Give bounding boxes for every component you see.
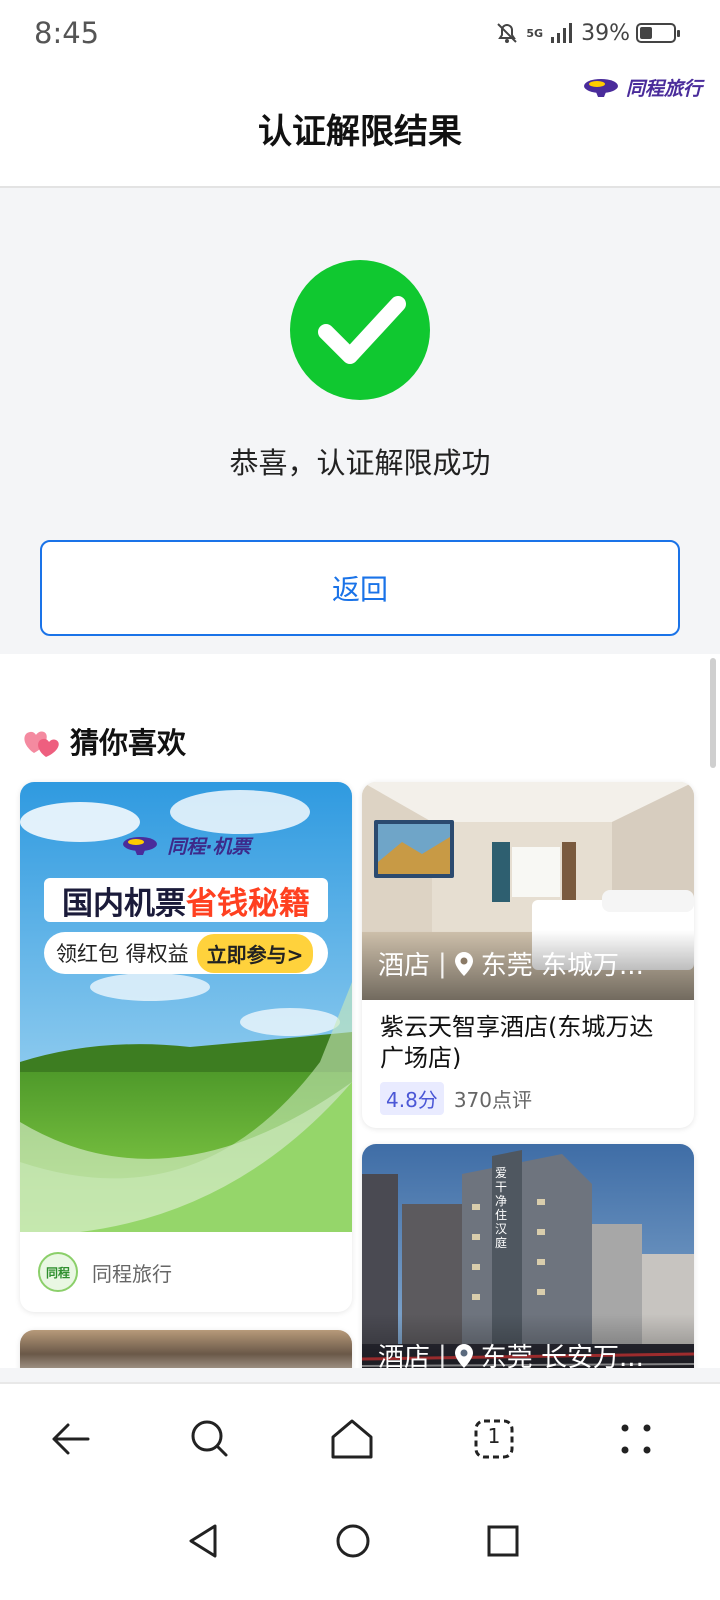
hotel-location: 东莞 长安万... bbox=[480, 1343, 644, 1368]
home-button[interactable] bbox=[322, 1414, 382, 1464]
more-icon bbox=[621, 1424, 651, 1454]
feed-title: 猜你喜欢 bbox=[70, 726, 187, 760]
airship-logo-icon bbox=[123, 836, 158, 855]
location-pin-icon bbox=[454, 951, 473, 976]
home-icon bbox=[331, 1419, 373, 1459]
signal-icon bbox=[551, 23, 573, 43]
tag-divider: | bbox=[438, 1340, 447, 1369]
recommendation-feed[interactable]: 猜你喜欢 同程·机票 国内机票 省钱秘籍 领红包 得权益 立即参与> 同程 同程… bbox=[0, 654, 720, 1368]
header: 同程旅行 认证解限结果 bbox=[0, 64, 720, 188]
checkmark-icon bbox=[318, 296, 406, 364]
system-back-button[interactable] bbox=[178, 1516, 228, 1566]
ad-image: 同程·机票 国内机票 省钱秘籍 领红包 得权益 立即参与> bbox=[20, 782, 352, 1232]
hotel-sign: 爱干净 住汉庭 bbox=[495, 1166, 508, 1250]
system-recents-button[interactable] bbox=[478, 1516, 528, 1566]
brand-logo: 同程旅行 bbox=[582, 74, 702, 101]
tab-count: 1 bbox=[487, 1424, 501, 1448]
mute-bell-icon bbox=[497, 23, 518, 43]
triangle-back-icon bbox=[189, 1524, 217, 1558]
hotel-rating: 4.8分 370点评 bbox=[380, 1082, 532, 1115]
hotel-location: 东莞 东城万... bbox=[480, 951, 644, 981]
next-card-peek[interactable] bbox=[20, 1330, 352, 1368]
ad-headline: 国内机票 省钱秘籍 bbox=[44, 878, 328, 922]
tabs-button[interactable]: 1 bbox=[464, 1414, 524, 1464]
browser-toolbar: 1 bbox=[0, 1382, 720, 1494]
ad-offer: 领红包 得权益 立即参与> bbox=[44, 932, 328, 974]
hotel-image: 酒店 | 东莞 东城万... bbox=[362, 782, 694, 1000]
ad-headline-highlight: 省钱秘籍 bbox=[186, 885, 310, 922]
system-home-button[interactable] bbox=[328, 1516, 378, 1566]
source-name: 同程旅行 bbox=[92, 1261, 172, 1286]
network-type: 5G bbox=[526, 26, 544, 40]
hotel-reviews: 370点评 bbox=[453, 1088, 532, 1112]
back-arrow-icon bbox=[52, 1423, 90, 1455]
location-pin-icon bbox=[454, 1343, 473, 1368]
hotel-tag-line: 酒店 | 东莞 东城万... bbox=[378, 945, 684, 982]
hotel-tag-line: 酒店 | 东莞 长安万... bbox=[378, 1337, 684, 1369]
hotel-card[interactable]: 酒店 | 东莞 东城万... 紫云天智享酒店(东城万达广场店) 4.8分 370… bbox=[362, 782, 694, 1128]
result-message: 恭喜，认证解限成功 bbox=[229, 446, 491, 480]
page-title: 认证解限结果 bbox=[258, 112, 462, 152]
back-arrow-button[interactable] bbox=[40, 1414, 100, 1464]
status-time: 8:45 bbox=[34, 16, 100, 50]
scrollbar[interactable] bbox=[710, 658, 716, 768]
ad-logo: 同程·机票 bbox=[20, 832, 352, 859]
hotel-score: 4.8分 bbox=[380, 1082, 444, 1115]
battery-percent: 39% bbox=[581, 20, 630, 46]
ad-logo-text: 同程·机票 bbox=[167, 836, 251, 858]
circle-home-icon bbox=[336, 1524, 370, 1558]
result-section: 恭喜，认证解限成功 返回 bbox=[0, 188, 720, 654]
ad-headline-main: 国内机票 bbox=[62, 885, 186, 922]
ad-card[interactable]: 同程·机票 国内机票 省钱秘籍 领红包 得权益 立即参与> 同程 同程旅行 bbox=[20, 782, 352, 1312]
tag-divider: | bbox=[438, 948, 447, 979]
hotel-card[interactable]: 爱干净 住汉庭 酒店 | 东莞 长安万... bbox=[362, 1144, 694, 1368]
search-button[interactable] bbox=[180, 1414, 240, 1464]
brand-name: 同程旅行 bbox=[625, 78, 702, 100]
battery-icon bbox=[636, 23, 680, 43]
battery-fill bbox=[640, 27, 652, 39]
status-icons: 5G 39% bbox=[494, 20, 680, 46]
ad-source: 同程 同程旅行 bbox=[20, 1232, 352, 1312]
ad-offer-text: 领红包 得权益 bbox=[56, 942, 189, 966]
back-button[interactable]: 返回 bbox=[40, 540, 680, 636]
status-bar: 8:45 5G 39% bbox=[0, 0, 720, 64]
source-avatar: 同程 bbox=[38, 1252, 78, 1292]
hotel-tag: 酒店 bbox=[378, 951, 431, 981]
hotel-name: 紫云天智享酒店(东城万达广场店) bbox=[380, 1013, 654, 1072]
ad-cta-button[interactable]: 立即参与> bbox=[196, 933, 314, 973]
search-icon bbox=[191, 1420, 228, 1457]
success-icon bbox=[290, 260, 430, 400]
hearts-icon bbox=[24, 731, 59, 757]
more-button[interactable] bbox=[606, 1414, 666, 1464]
next-card-image bbox=[20, 1330, 352, 1368]
hotel-tag: 酒店 bbox=[378, 1343, 431, 1368]
airship-logo-icon bbox=[583, 78, 618, 97]
system-nav-bar bbox=[0, 1494, 720, 1600]
hotel-image: 爱干净 住汉庭 酒店 | 东莞 长安万... bbox=[362, 1144, 694, 1368]
square-recents-icon bbox=[487, 1525, 519, 1557]
feed-header: 猜你喜欢 bbox=[20, 720, 186, 762]
